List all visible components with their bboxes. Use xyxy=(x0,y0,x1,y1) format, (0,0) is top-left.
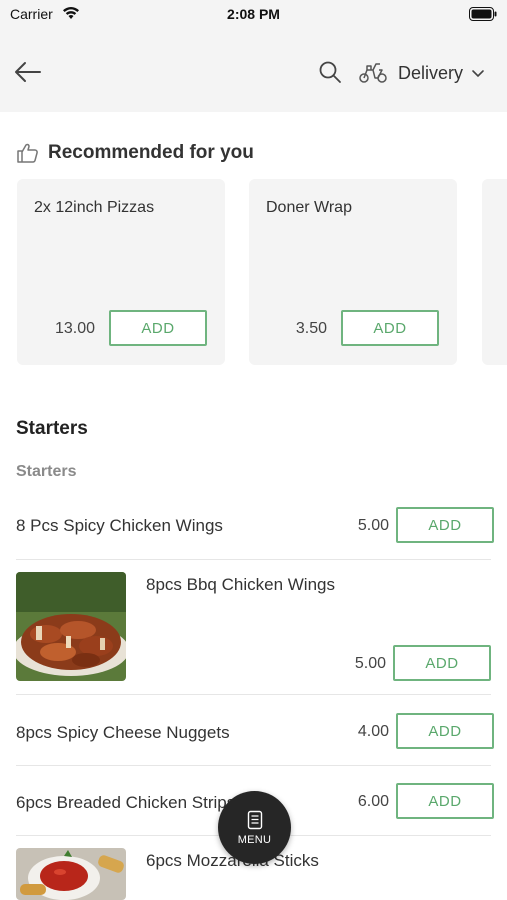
back-button[interactable] xyxy=(12,56,44,88)
delivery-mode-label: Delivery xyxy=(398,62,464,83)
add-button[interactable]: ADD xyxy=(393,645,491,681)
item-image-bbq-wings xyxy=(16,572,126,681)
item-name: 8pcs Spicy Cheese Nuggets xyxy=(16,723,230,742)
item-price: 4.00 xyxy=(357,723,389,740)
menu-button[interactable]: MENU xyxy=(218,791,291,864)
add-button[interactable]: ADD xyxy=(396,713,494,749)
menu-book-icon xyxy=(247,810,262,829)
item-name: 6pcs Breaded Chicken Strips xyxy=(16,793,236,812)
recommended-item-name: Doner Wrap xyxy=(266,199,352,216)
search-button[interactable] xyxy=(318,60,342,84)
status-bar: Carrier 2:08 PM xyxy=(0,0,507,30)
item-price: 5.00 xyxy=(357,517,389,534)
item-price: 5.00 xyxy=(354,655,386,672)
item-name: 8 Pcs Spicy Chicken Wings xyxy=(16,516,223,535)
recommended-item-name: 2x 12inch Pizzas xyxy=(34,199,155,216)
divider xyxy=(16,694,491,695)
add-button[interactable]: ADD xyxy=(341,310,439,346)
back-arrow-icon xyxy=(15,62,41,82)
category-subtitle: Starters xyxy=(16,463,77,480)
menu-item[interactable]: 8 Pcs Spicy Chicken Wings 5.00 ADD xyxy=(0,507,507,559)
status-time: 2:08 PM xyxy=(227,6,280,22)
menu-button-label: MENU xyxy=(237,833,272,846)
search-icon xyxy=(319,61,341,83)
divider xyxy=(16,765,491,766)
recommended-item-price: 13.00 xyxy=(54,320,95,337)
battery-icon xyxy=(469,7,497,24)
category-title: Starters xyxy=(16,418,88,439)
recommended-card-partial[interactable] xyxy=(482,179,507,365)
delivery-scooter-icon xyxy=(358,60,388,84)
recommended-card[interactable]: Doner Wrap 3.50 ADD xyxy=(249,179,457,365)
add-button[interactable]: ADD xyxy=(396,507,494,543)
recommended-item-price: 3.50 xyxy=(295,320,327,337)
add-button[interactable]: ADD xyxy=(109,310,207,346)
delivery-mode-dropdown[interactable]: Delivery xyxy=(398,60,485,86)
item-name: 8pcs Bbq Chicken Wings xyxy=(146,575,335,594)
menu-item[interactable]: 8pcs Bbq Chicken Wings 5.00 ADD xyxy=(0,572,507,692)
recommended-title: Recommended for you xyxy=(48,142,254,163)
add-button[interactable]: ADD xyxy=(396,783,494,819)
recommended-card[interactable]: 2x 12inch Pizzas 13.00 ADD xyxy=(17,179,225,365)
menu-item[interactable]: 8pcs Spicy Cheese Nuggets 4.00 ADD xyxy=(0,713,507,765)
recommended-header: Recommended for you xyxy=(16,142,254,164)
divider xyxy=(16,559,491,560)
thumbs-up-icon xyxy=(17,143,38,163)
item-price: 6.00 xyxy=(357,793,389,810)
item-image-mozzarella-sticks xyxy=(16,848,126,900)
nav-bar: Delivery xyxy=(0,30,507,112)
chevron-down-icon xyxy=(472,70,484,78)
